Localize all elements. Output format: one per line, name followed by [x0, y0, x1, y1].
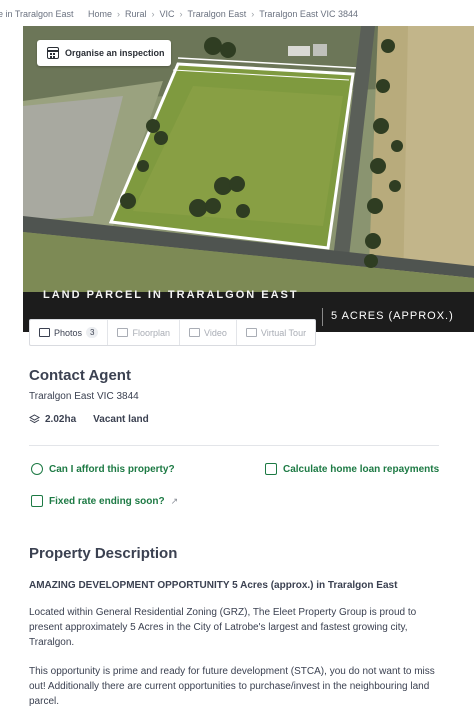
home-loan-calculator-link[interactable]: Calculate home loan repayments [265, 463, 439, 475]
tab-virtual-tour-label: Virtual Tour [260, 327, 307, 338]
section-divider [29, 445, 439, 446]
home-loan-calculator-label: Calculate home loan repayments [283, 463, 440, 475]
tab-photos-label: Photos [54, 327, 83, 338]
tab-video-label: Video [204, 327, 227, 338]
can-i-afford-label: Can I afford this property? [49, 463, 175, 475]
breadcrumb-separator: › [251, 9, 255, 19]
property-features: 2.02ha Vacant land [29, 414, 149, 425]
video-icon [189, 328, 201, 337]
virtual-tour-icon [245, 328, 257, 337]
breadcrumb-current: Traralgon East VIC 3844 [259, 9, 358, 19]
property-address: Traralgon East VIC 3844 [29, 391, 139, 402]
description-paragraph-2: This opportunity is prime and ready for … [29, 666, 435, 707]
fixed-rate-label: Fixed rate ending soon? [49, 495, 165, 507]
dollar-circle-icon [31, 463, 43, 475]
media-tabs: Photos 3 Floorplan Video Virtual Tour [29, 319, 317, 346]
breadcrumb-home[interactable]: Home [88, 9, 112, 19]
calendar-icon [47, 47, 59, 59]
breadcrumb-separator: › [117, 9, 121, 19]
external-link-icon: ↗ [170, 495, 179, 506]
fixed-rate-link[interactable]: Fixed rate ending soon? ↗ [31, 495, 178, 507]
breadcrumb-rural[interactable]: Rural [125, 9, 147, 19]
can-i-afford-link[interactable]: Can I afford this property? [31, 463, 175, 475]
photo-icon [39, 328, 50, 337]
calculator-icon [265, 463, 277, 475]
banner-land-size: 5 ACRES (APPROX.) [331, 310, 454, 322]
banner-headline: LAND PARCEL IN TRARALGON EAST [43, 289, 299, 298]
contact-agent-heading: Contact Agent [29, 367, 131, 384]
tab-floorplan-label: Floorplan [132, 327, 171, 338]
breadcrumb-suburb[interactable]: Traralgon East [188, 9, 247, 19]
breadcrumb-vic[interactable]: VIC [160, 9, 175, 19]
breadcrumb-separator: › [179, 9, 183, 19]
property-description-heading: Property Description [29, 545, 178, 562]
tab-video[interactable]: Video [180, 320, 237, 345]
description-paragraph-1: Located within General Residential Zonin… [29, 607, 417, 648]
floorplan-icon [117, 328, 129, 337]
property-type: Vacant land [93, 414, 149, 425]
breadcrumb-truncated-link[interactable]: e in Traralgon East [0, 9, 74, 19]
tab-floorplan[interactable]: Floorplan [108, 320, 181, 345]
tab-photos[interactable]: Photos 3 [30, 320, 109, 345]
land-size-icon [29, 414, 40, 424]
breadcrumb-separator: › [151, 9, 155, 19]
breadcrumb: e in Traralgon East Home › Rural › VIC ›… [0, 0, 474, 26]
description-lead: AMAZING DEVELOPMENT OPPORTUNITY 5 Acres … [29, 580, 398, 591]
organise-inspection-button[interactable]: Organise an inspection [37, 40, 171, 66]
land-size-value: 2.02ha [45, 414, 77, 425]
calculator-icon [31, 495, 43, 507]
tab-virtual-tour[interactable]: Virtual Tour [237, 320, 315, 345]
photo-count-badge: 3 [86, 327, 99, 338]
organise-inspection-label: Organise an inspection [65, 48, 165, 58]
banner-divider [322, 308, 323, 326]
